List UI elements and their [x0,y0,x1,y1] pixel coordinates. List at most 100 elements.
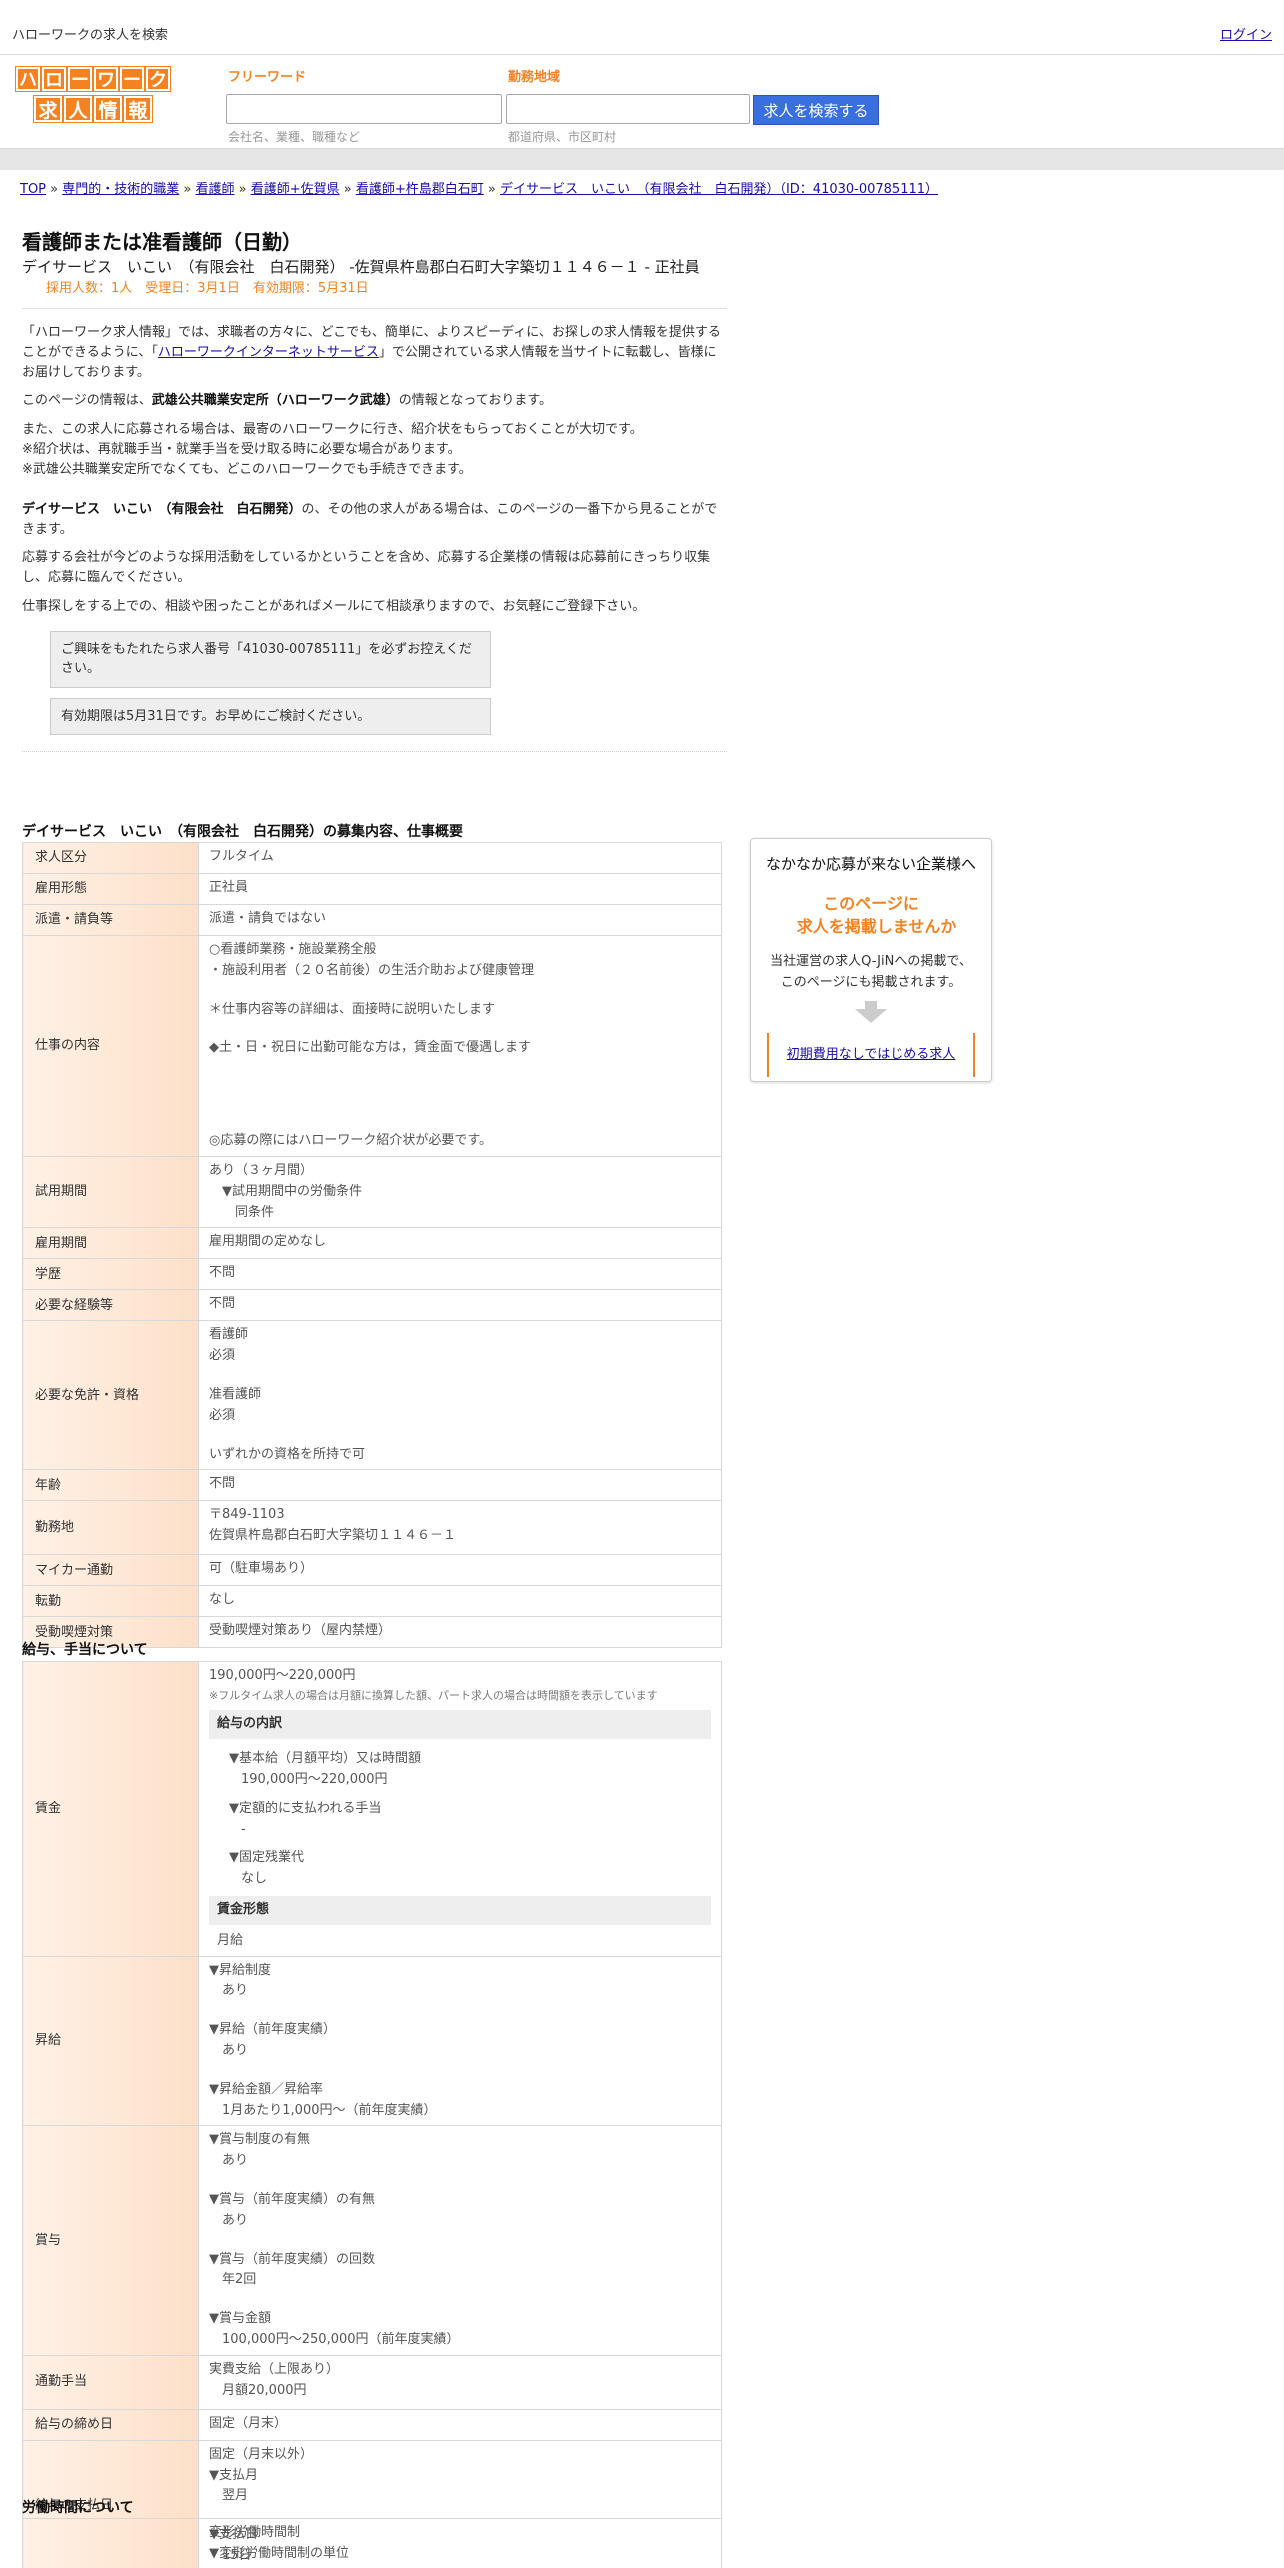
cell-line: 月額20,000円 [209,2382,307,2398]
salary-table: 賃金 190,000円〜220,000円 ※フルタイム求人の場合は月額に換算した… [22,1661,722,2568]
promo-link[interactable]: 初期費用なしではじめる求人 [787,1047,956,1062]
cell-line: 〒849-1103 [209,1507,285,1523]
base-value: 190,000円〜220,000円 [241,1771,388,1787]
cell-line: ＊仕事内容等の詳細は、面接時に説明いたします [209,1001,496,1017]
cell-line: 受動喫煙対策あり（屋内禁煙） [209,1623,392,1639]
cell-line [209,2062,711,2080]
table-row: 変形労働時間制 ▼変形労働時間制の単位 [22,2518,722,2568]
row-label: 学歴 [22,1258,199,1291]
cell-line: 不問 [209,1296,236,1312]
cell-line: ▼支払月 [209,2467,258,2483]
row-label: 必要な免許・資格 [22,1320,199,1471]
breadcrumb-company[interactable]: デイサービス いこい （有限会社 白石開発）（ID：41030-00785111… [500,182,938,197]
search-button[interactable]: 求人を検索する [753,95,879,125]
cell-line: 翌月 [209,2488,249,2504]
login-link[interactable]: ログイン [1220,26,1272,46]
cell-line: ▼変形労働時間制の単位 [209,2545,349,2561]
table-row: 派遣・請負等 派遣・請負ではない [22,904,722,936]
row-label: 雇用形態 [22,873,199,905]
row-value: 実費支給（上限あり） 月額20,000円 [198,2354,722,2410]
top-bar: ハローワークの求人を検索 ログイン [0,0,1284,55]
cell-line: 1月あたり1,000円〜（前年度実績） [209,2102,437,2118]
overview-table: 求人区分 フルタイム 雇用形態 正社員 派遣・請負等 派遣・請負ではない 仕事の内容 ○看護師… [22,842,722,1649]
area-hint: 都道府県、市区町村 [508,130,617,144]
cell-line: あり [209,1983,249,1999]
cell-line [209,2002,711,2020]
row-label: 昇給 [22,1955,199,2127]
source-text: の情報となっております。 [398,393,553,409]
cell-line: あり [209,2212,249,2228]
logo-char: 情 [93,95,123,123]
breadcrumb-town[interactable]: 看護師+杵島郡白石町 [356,182,484,197]
area-input[interactable] [506,94,750,124]
row-value: 不問 [198,1469,722,1502]
keyword-input[interactable] [226,94,502,124]
hellowork-internet-link[interactable]: ハローワークインターネットサービス [158,345,379,360]
logo-char: 人 [63,95,93,123]
fixed-allowance-label: ▼定額的に支払われる手当 [229,1800,382,1816]
row-label: 派遣・請負等 [22,904,199,936]
cell-line: ▼昇給金額／昇給率 [209,2081,323,2097]
overtime-label: ▼固定残業代 [229,1850,304,1866]
breadcrumb-sep: » [483,182,500,197]
cell-line [209,2291,711,2309]
breadcrumb-top[interactable]: TOP [20,182,46,197]
cell-line: 必須 [209,1348,236,1364]
row-value: 不問 [198,1289,722,1322]
job-main: 看護師または准看護師（日勤） デイサービス いこい （有限会社 白石開発） -佐… [22,230,727,753]
breadcrumb-prefecture[interactable]: 看護師+佐賀県 [251,182,340,197]
row-value: ○看護師業務・施設業務全般 ・施設利用者（２０名前後）の生活介助および健康管理 ＊仕… [198,935,722,1157]
promo-body: 当社運営の求人Q-JiNへの掲載で、 このページにも掲載されます。 [751,952,991,994]
row-value: ▼昇給制度 あり ▼昇給（前年度実績） あり ▼昇給金額／昇給率 1月あたり1,00… [198,1955,722,2127]
cell-line: 准看護師 [209,1386,262,1402]
table-row: 昇給 ▼昇給制度 あり ▼昇給（前年度実績） あり ▼昇給金額／昇給率 1月あたり1… [22,1955,722,2127]
site-heading: ハローワークの求人を検索 [12,28,169,43]
row-label: 賃金 [22,1661,199,1957]
breadcrumb-category[interactable]: 専門的・技術的職業 [62,182,179,197]
row-value: なし [198,1585,722,1618]
cell-line: ◎応募の際にはハローワーク紹介状が必要です。 [209,1133,493,1149]
cell-line: ▼賞与（前年度実績）の回数 [209,2251,375,2267]
logo-char: ク [145,66,171,92]
table-row: 通勤手当 実費支給（上限あり） 月額20,000円 [22,2354,722,2410]
row-value: 雇用期間の定めなし [198,1227,722,1260]
logo-char: 求 [33,95,63,123]
row-value: 変形労働時間制 ▼変形労働時間制の単位 [198,2518,722,2568]
cell-line [209,2232,711,2250]
employer-promo: なかなか応募が来ない企業様へ このページに 求人を掲載しませんか 当社運営の求人… [750,838,992,1082]
row-value: 〒849-1103 佐賀県杵島郡白石町大字築切１１４６－１ [198,1500,722,1556]
cell-line: いずれかの資格を所持で可 [209,1446,366,1462]
promo-link-box: 初期費用なしではじめる求人 [767,1033,975,1078]
divider [22,308,727,309]
job-number-note: ご興味をもたれたら求人番号「41030-00785111」を必ずお控えください。 [50,630,491,688]
overview-title: デイサービス いこい （有限会社 白石開発）の募集内容、仕事概要 [22,824,463,840]
promo-offer-line: このページに [823,893,919,913]
table-row: 学歴 不問 [22,1258,722,1291]
row-label: 試用期間 [22,1155,199,1229]
row-value: 正社員 [198,873,722,905]
row-label: 転勤 [22,1585,199,1618]
hellowork-logo[interactable]: ハ ロ ー ワ ー ク 求 人 情 報 [5,66,181,127]
logo-char: ロ [41,66,67,92]
referral-paragraph: また、この求人に応募される場合は、最寄のハローワークに行き、紹介状をもらっておく… [22,420,727,480]
row-value: 受動喫煙対策あり（屋内禁煙） [198,1616,722,1649]
cell-line: フルタイム [209,849,274,864]
row-value: 看護師 必須 准看護師 必須 いずれかの資格を所持で可 [198,1320,722,1471]
arrow-down-icon [855,1009,887,1024]
table-row: 仕事の内容 ○看護師業務・施設業務全般 ・施設利用者（２０名前後）の生活介助および健… [22,935,722,1157]
keyword-label: フリーワード [228,70,307,85]
promo-heading: なかなか応募が来ない企業様へ [765,855,976,873]
table-row: 必要な経験等 不問 [22,1289,722,1322]
table-row: 転勤 なし [22,1585,722,1618]
row-label: 仕事の内容 [22,935,199,1157]
intro-paragraph: 「ハローワーク求人情報」では、求職者の方々に、どこでも、簡単に、よりスピーディに… [22,323,727,383]
logo-char: ー [67,66,93,92]
table-row: 雇用形態 正社員 [22,873,722,905]
breadcrumb-occupation[interactable]: 看護師 [195,182,234,197]
cell-line: 実費支給（上限あり） [209,2361,340,2377]
cell-line: 不問 [209,1476,236,1492]
row-value: ▼賞与制度の有無 あり ▼賞与（前年度実績）の有無 あり ▼賞与（前年度実績）の回数… [198,2125,722,2356]
row-value: あり（３ヶ月間） ▼試用期間中の労働条件 同条件 [198,1155,722,1229]
cell-line [209,2172,711,2190]
breadcrumb-sep: » [234,182,251,197]
